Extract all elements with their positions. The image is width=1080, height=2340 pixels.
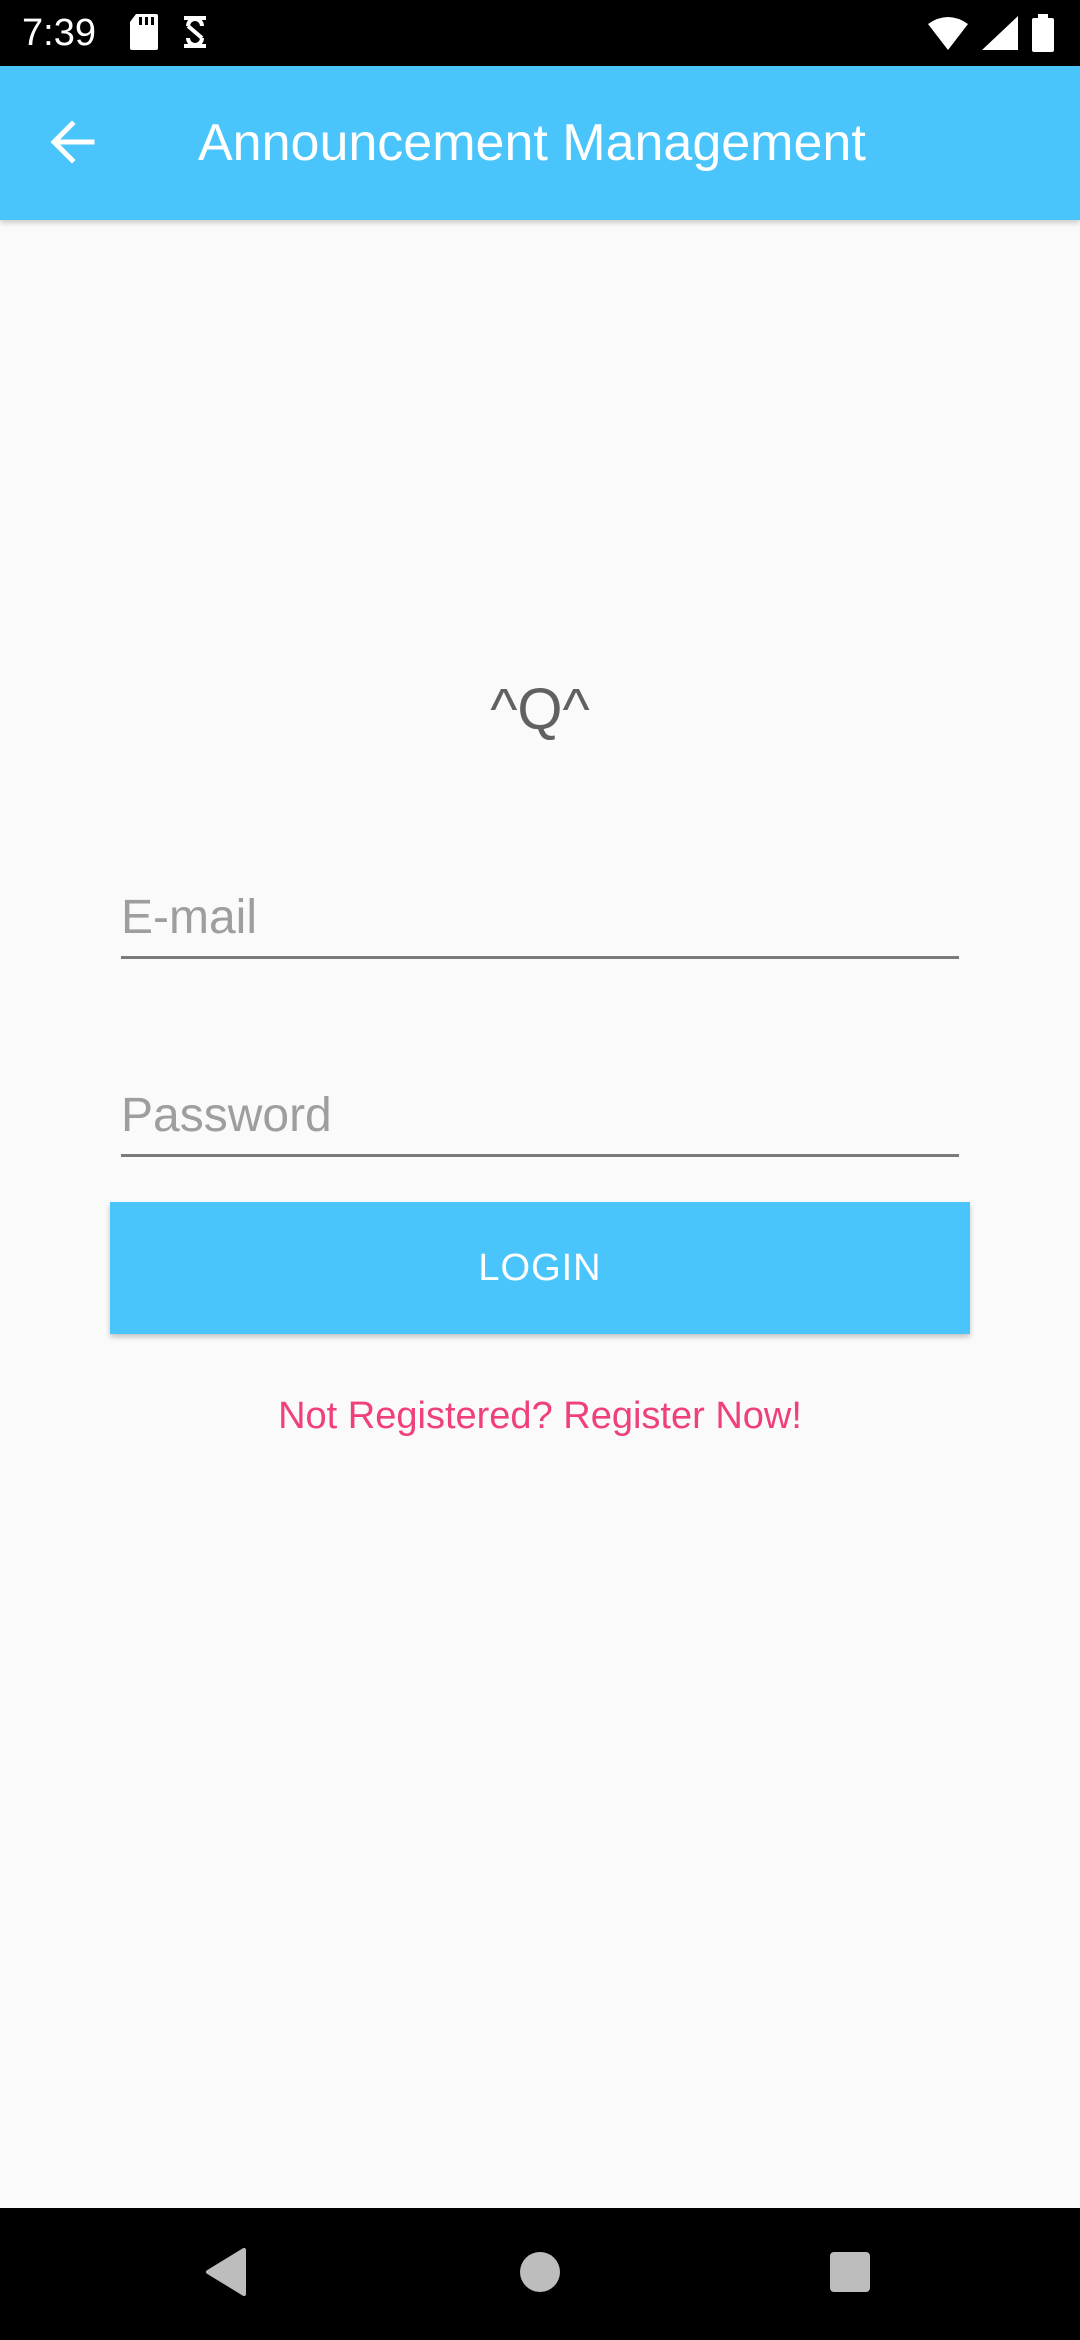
nav-recents-button[interactable] bbox=[820, 2244, 880, 2304]
page-title: Announcement Management bbox=[198, 114, 866, 172]
logo-text: ^Q^ bbox=[490, 677, 590, 742]
app-bar: Announcement Management bbox=[0, 66, 1080, 220]
back-button[interactable] bbox=[36, 108, 108, 180]
wifi-icon bbox=[928, 16, 968, 55]
arrow-back-icon bbox=[48, 118, 96, 171]
login-button[interactable]: LOGIN bbox=[110, 1202, 970, 1334]
nav-back-button[interactable] bbox=[196, 2244, 256, 2304]
nav-bar bbox=[0, 2208, 1080, 2340]
back-triangle-icon bbox=[204, 2247, 248, 2301]
home-circle-icon bbox=[518, 2250, 562, 2299]
status-bar: 7:39 bbox=[0, 0, 1080, 66]
status-right-icons bbox=[928, 14, 1054, 57]
sd-card-icon bbox=[130, 14, 158, 55]
recents-square-icon bbox=[829, 2251, 871, 2298]
password-field[interactable] bbox=[121, 1077, 959, 1157]
screen: 7:39 Announcement Management ^Q^ E-mail … bbox=[0, 0, 1080, 2340]
email-field[interactable] bbox=[121, 879, 959, 959]
sync-icon bbox=[180, 14, 210, 55]
battery-icon bbox=[1032, 14, 1054, 57]
status-left-icons bbox=[130, 14, 210, 55]
signal-icon bbox=[982, 16, 1018, 55]
nav-home-button[interactable] bbox=[510, 2244, 570, 2304]
register-link[interactable]: Not Registered? Register Now! bbox=[0, 1390, 1080, 1442]
status-time: 7:39 bbox=[22, 12, 96, 54]
